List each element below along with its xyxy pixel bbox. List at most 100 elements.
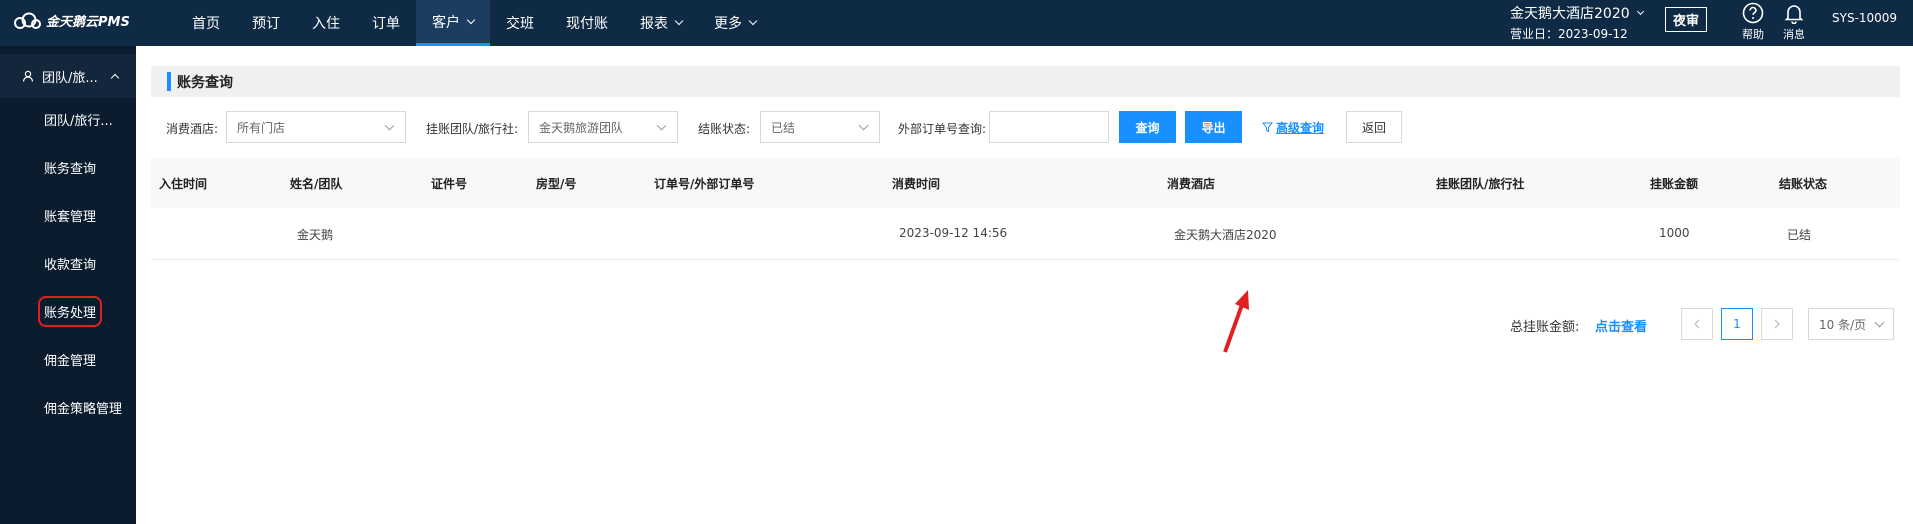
advanced-search-link[interactable]: 高级查询 (1262, 119, 1324, 136)
sidebar-item-commission[interactable]: 佣金管理 (44, 350, 96, 369)
page-size-value: 10 条/页 (1819, 317, 1867, 332)
user-menu[interactable]: SYS-10009 (1832, 11, 1897, 25)
column-header: 证件号 (431, 177, 468, 191)
nav-checkin[interactable]: 入住 (296, 0, 356, 46)
help-icon (1742, 2, 1764, 24)
bell-icon (1784, 5, 1804, 24)
column-header: 挂账金额 (1650, 177, 1699, 191)
view-total-link[interactable]: 点击查看 (1595, 316, 1647, 335)
sidebar-item-commission-strategy[interactable]: 佣金策略管理 (44, 398, 122, 417)
sidebar-group-label: 团队/旅... (42, 70, 98, 86)
app-logo[interactable]: 金天鹅云PMS (12, 11, 130, 30)
section-header: 账务查询 (151, 66, 1900, 97)
table-header: 入住时间 姓名/团队 证件号 房型/号 订单号/外部订单号 消费时间 消费酒店 … (151, 158, 1900, 208)
status-select-value: 已结 (771, 120, 796, 135)
cell-amount: 1000 (1659, 226, 1690, 240)
next-page-button[interactable] (1761, 308, 1793, 340)
nav-label: 订单 (372, 16, 400, 32)
column-header: 姓名/团队 (290, 177, 343, 191)
chevron-down-icon (748, 16, 758, 26)
nav-cash-account[interactable]: 现付账 (550, 0, 624, 46)
chevron-up-icon (110, 73, 120, 82)
page-1-button[interactable]: 1 (1721, 308, 1753, 340)
group-select-value: 金天鹅旅游团队 (539, 120, 624, 135)
user-icon (22, 70, 34, 82)
sidebar-item-account-processing[interactable]: 账务处理 (37, 296, 103, 327)
column-header: 房型/号 (536, 177, 577, 191)
cell-consume-time: 2023-09-12 14:56 (899, 226, 1008, 240)
group-filter-label: 挂账团队/旅行社: (426, 122, 519, 136)
red-arrow-annotation (1223, 290, 1249, 353)
nav-label: 预订 (252, 16, 280, 32)
cloud-logo-icon (14, 12, 41, 29)
nav-label: 客户 (432, 14, 460, 31)
page-size-select[interactable]: 10 条/页 (1808, 308, 1894, 340)
hotel-select-value: 所有门店 (237, 120, 286, 135)
total-amount-label: 总挂账金额: (1510, 320, 1580, 335)
back-button[interactable]: 返回 (1346, 111, 1402, 143)
external-order-input[interactable] (989, 111, 1109, 143)
top-navigation-bar: 金天鹅云PMS 首页 预订 入住 订单 客户 交班 现付账 报表 更多 金天鹅大… (0, 0, 1913, 46)
sidebar-item-team-agency[interactable]: 团队/旅行... (44, 110, 113, 129)
chevron-down-icon (674, 16, 684, 26)
chevron-down-icon (466, 15, 476, 24)
sidebar-item-payment-query[interactable]: 收款查询 (44, 254, 96, 273)
chevron-left-icon (1694, 319, 1700, 329)
chevron-down-icon (384, 120, 395, 131)
nav-more[interactable]: 更多 (698, 0, 772, 46)
chevron-down-icon (1636, 7, 1644, 16)
section-accent-bar (167, 72, 171, 91)
prev-page-button[interactable] (1681, 308, 1713, 340)
messages-label: 消息 (1783, 28, 1805, 41)
business-day: 营业日：2023-09-12 (1510, 27, 1628, 41)
advanced-search-label: 高级查询 (1276, 121, 1325, 135)
chevron-right-icon (1774, 319, 1780, 329)
search-button[interactable]: 查询 (1119, 111, 1176, 143)
column-header: 挂账团队/旅行社 (1436, 177, 1525, 191)
column-header: 订单号/外部订单号 (654, 177, 755, 191)
sidebar: 团队/旅... 团队/旅行... 账务查询 账套管理 收款查询 账务处理 佣金管… (0, 46, 136, 524)
nav-reports[interactable]: 报表 (624, 0, 698, 46)
group-select[interactable]: 金天鹅旅游团队 (528, 111, 678, 143)
sidebar-group-team-agency[interactable]: 团队/旅... (0, 54, 136, 98)
nav-booking[interactable]: 预订 (236, 0, 296, 46)
filter-bar: 消费酒店: 所有门店 挂账团队/旅行社: 金天鹅旅游团队 结账状态: 已结 外部… (136, 111, 1913, 143)
nav-label: 入住 (312, 16, 340, 32)
status-select[interactable]: 已结 (760, 111, 880, 143)
filter-icon (1262, 122, 1273, 133)
chevron-down-icon (1874, 317, 1885, 328)
messages-button[interactable]: 消息 (1776, 2, 1812, 42)
sidebar-item-account-query[interactable]: 账务查询 (44, 158, 96, 177)
nav-label: 交班 (506, 16, 534, 32)
nav-home[interactable]: 首页 (176, 0, 236, 46)
order-filter-label: 外部订单号查询: (898, 122, 987, 136)
page-title: 账务查询 (177, 74, 233, 91)
nav-shift[interactable]: 交班 (490, 0, 550, 46)
status-filter-label: 结账状态: (698, 122, 751, 136)
cell-name: 金天鹅 (297, 228, 334, 242)
column-header: 消费时间 (892, 177, 941, 191)
column-header: 结账状态 (1779, 177, 1828, 191)
nav-label: 首页 (192, 16, 220, 32)
night-audit-button[interactable]: 夜审 (1665, 7, 1707, 32)
cell-status: 已结 (1787, 228, 1812, 242)
nav-label: 现付账 (566, 16, 608, 32)
nav-customers[interactable]: 客户 (416, 0, 490, 46)
cell-hotel: 金天鹅大酒店2020 (1174, 228, 1277, 242)
hotel-select[interactable]: 所有门店 (226, 111, 406, 143)
sidebar-item-account-set[interactable]: 账套管理 (44, 206, 96, 225)
table-row[interactable]: 金天鹅 2023-09-12 14:56 金天鹅大酒店2020 1000 已结 (151, 208, 1900, 260)
main-content: 账务查询 消费酒店: 所有门店 挂账团队/旅行社: 金天鹅旅游团队 结账状态: … (136, 46, 1913, 524)
hotel-name: 金天鹅大酒店2020 (1510, 6, 1630, 22)
help-button[interactable]: 帮助 (1735, 2, 1771, 42)
column-header: 入住时间 (159, 177, 208, 191)
export-button[interactable]: 导出 (1185, 111, 1242, 143)
nav-orders[interactable]: 订单 (356, 0, 416, 46)
hotel-selector[interactable]: 金天鹅大酒店2020 营业日：2023-09-12 (1510, 3, 1644, 42)
chevron-down-icon (858, 120, 869, 131)
hotel-filter-label: 消费酒店: (166, 122, 219, 136)
column-header: 消费酒店 (1167, 177, 1216, 191)
nav-label: 报表 (640, 16, 668, 32)
logo-text: 金天鹅云PMS (46, 15, 130, 30)
nav-label: 更多 (714, 16, 742, 32)
